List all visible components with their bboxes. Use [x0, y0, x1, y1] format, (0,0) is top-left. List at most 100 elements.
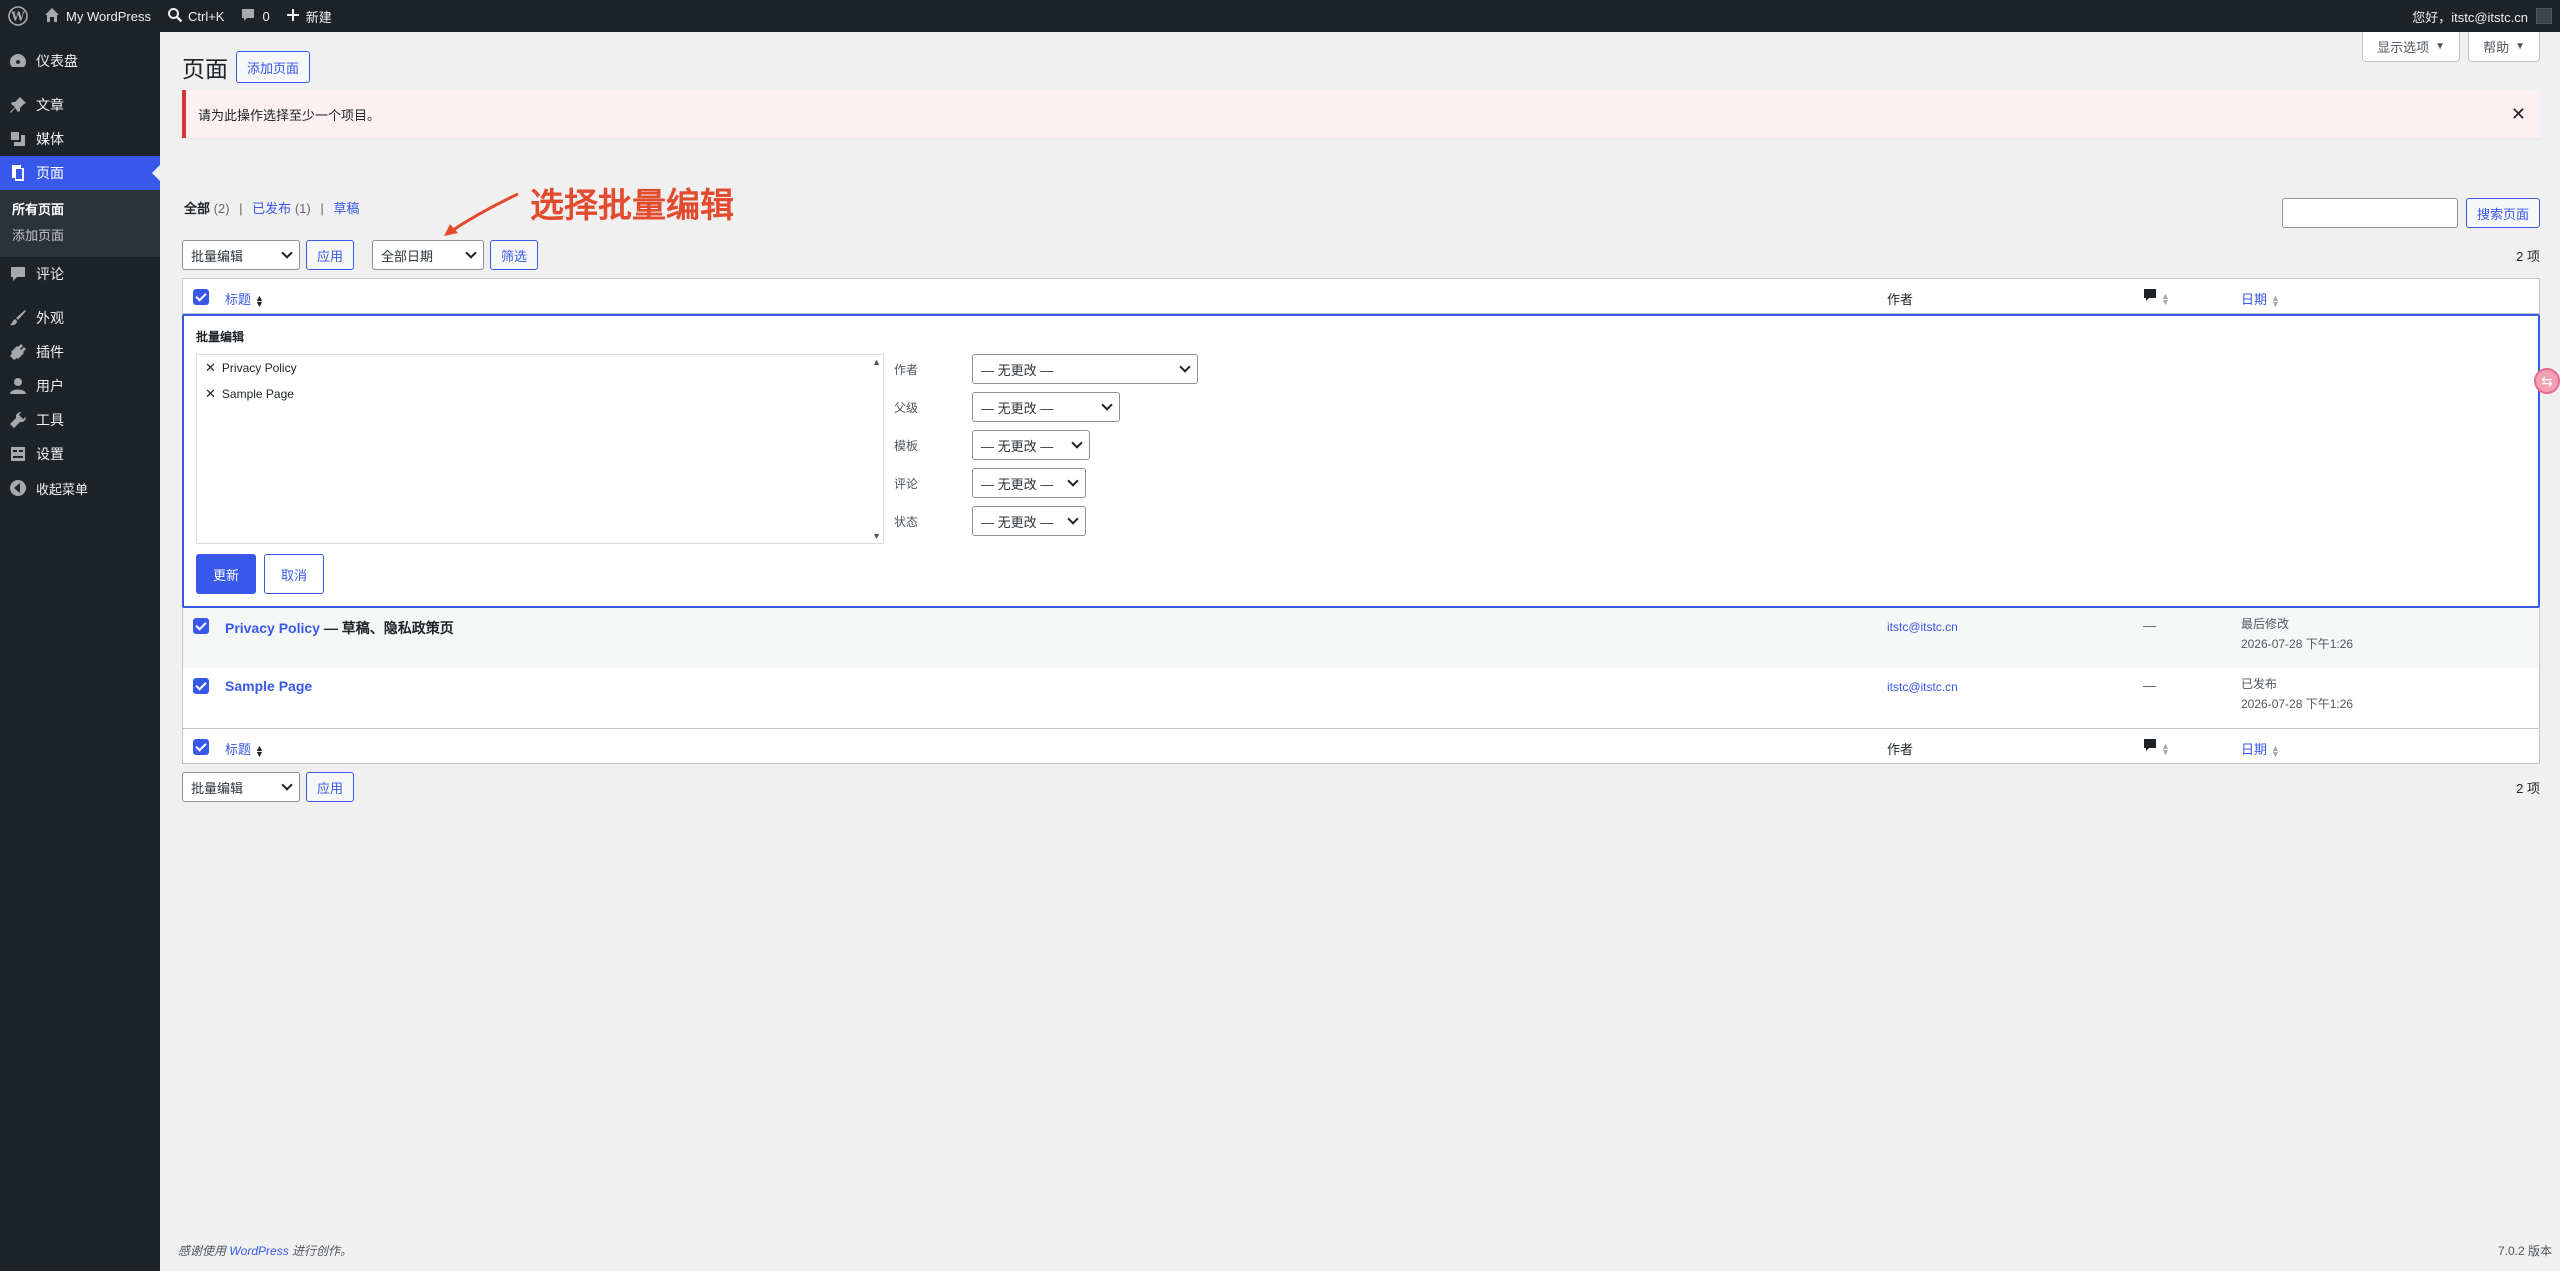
wordpress-link[interactable]: WordPress [229, 1244, 288, 1258]
chevron-down-icon [1071, 437, 1083, 449]
bulk-edit-fields: 作者 — 无更改 — 父级 — 无更改 — 模板 — 无更改 — 评论 — 无更… [894, 350, 1198, 540]
row-checkbox[interactable] [193, 678, 209, 694]
comment-icon [8, 264, 28, 284]
admin-footer: 感谢使用 WordPress 进行创作。 7.0.2 版本 [178, 1242, 2552, 1259]
comments-link[interactable]: 0 [232, 0, 277, 32]
column-date-header[interactable]: 日期 ▲ ▼ [2241, 289, 2280, 308]
sidebar-item-posts[interactable]: 文章 [0, 88, 160, 122]
site-name-link[interactable]: My WordPress [36, 0, 159, 32]
sidebar-item-tools[interactable]: 工具 [0, 403, 160, 437]
remove-icon[interactable]: ✕ [205, 360, 216, 376]
comment-count: — [2143, 678, 2156, 693]
table-row: Sample Page itstc@itstc.cn — 已发布 2026-07… [182, 668, 2540, 728]
sidebar-item-plugins[interactable]: 插件 [0, 335, 160, 369]
template-select[interactable]: — 无更改 — [972, 430, 1090, 460]
remove-icon[interactable]: ✕ [205, 386, 216, 402]
error-notice: 请为此操作选择至少一个项目。 ✕ [182, 90, 2540, 138]
sidebar-item-dashboard[interactable]: 仪表盘 [0, 44, 160, 78]
apply-button-bottom[interactable]: 应用 [306, 772, 355, 802]
home-icon [44, 7, 60, 26]
bulk-action-select-bottom[interactable]: 批量编辑 [182, 772, 300, 802]
sidebar-item-settings[interactable]: 设置 [0, 437, 160, 471]
column-comments-header[interactable]: ▲ ▼ [2143, 288, 2170, 306]
search-icon [167, 7, 183, 26]
search-box: 搜索页面 [2281, 198, 2540, 228]
view-draft[interactable]: 草稿 [333, 201, 359, 216]
sort-icon: ▲ ▼ [2271, 742, 2280, 759]
translate-badge-icon[interactable]: ⇆ [2534, 368, 2560, 394]
media-icon [8, 129, 28, 149]
page-title-link[interactable]: Privacy Policy [225, 620, 320, 636]
command-palette-button[interactable]: Ctrl+K [159, 0, 232, 32]
avatar[interactable] [2536, 8, 2552, 24]
dashboard-icon [8, 51, 28, 71]
settings-icon [8, 444, 28, 464]
item-count: 2 项 [2516, 780, 2540, 796]
view-all[interactable]: 全部 [184, 201, 210, 216]
close-icon[interactable]: ✕ [2511, 104, 2526, 125]
page-title-link[interactable]: Sample Page [225, 678, 312, 694]
comments-select[interactable]: — 无更改 — [972, 468, 1086, 498]
sort-icon: ▲ ▼ [2161, 740, 2170, 757]
chevron-down-icon [1067, 475, 1079, 487]
sidebar-collapse-menu[interactable]: 收起菜单 [0, 471, 160, 505]
wordpress-logo-icon[interactable]: W [0, 0, 36, 32]
comment-icon [2143, 739, 2157, 755]
cancel-button[interactable]: 取消 [264, 554, 324, 594]
item-count: 2 项 [2516, 248, 2540, 264]
page-title: 页面 [182, 56, 228, 82]
chevron-down-icon [1101, 399, 1113, 411]
row-checkbox[interactable] [193, 618, 209, 634]
field-comments: 评论 — 无更改 — [894, 464, 1198, 502]
chevron-down-icon [281, 779, 293, 791]
chevron-down-icon [1179, 361, 1191, 373]
column-comments-footer[interactable]: ▲ ▼ [2143, 738, 2170, 757]
scroll-up-icon[interactable]: ▲ [872, 357, 881, 367]
filter-button[interactable]: 筛选 [490, 240, 539, 270]
account-greeting[interactable]: 您好，itstc@itstc.cn [2412, 7, 2528, 26]
submenu-all-pages[interactable]: 所有页面 [0, 197, 160, 223]
version-text: 7.0.2 版本 [2497, 1244, 2552, 1258]
bulk-edit-actions: 更新 取消 [196, 554, 324, 594]
sidebar-item-media[interactable]: 媒体 [0, 122, 160, 156]
search-input[interactable] [2281, 198, 2458, 228]
view-published[interactable]: 已发布 [252, 201, 291, 216]
update-button[interactable]: 更新 [196, 554, 256, 594]
add-page-button[interactable]: 添加页面 [236, 51, 311, 83]
field-status: 状态 — 无更改 — [894, 502, 1198, 540]
date-status: 已发布 [2241, 677, 2278, 691]
table-footer: 标题 ▲ ▼ 作者 ▲ ▼ 日期 ▲ ▼ [182, 728, 2540, 764]
footer-thanks: 感谢使用 WordPress 进行创作。 [178, 1244, 353, 1258]
screen-meta-links: 显示选项 ▼ 帮助 ▼ [2362, 32, 2560, 62]
scroll-down-icon[interactable]: ▼ [872, 531, 881, 541]
sidebar-item-pages[interactable]: 页面 [0, 156, 160, 190]
help-button[interactable]: 帮助 ▼ [2468, 32, 2540, 62]
bulk-action-select[interactable]: 批量编辑 [182, 240, 300, 270]
column-title-header[interactable]: 标题 ▲ ▼ [225, 289, 264, 308]
wrench-icon [8, 410, 28, 430]
search-pages-button[interactable]: 搜索页面 [2465, 198, 2540, 228]
screen-options-button[interactable]: 显示选项 ▼ [2362, 32, 2461, 62]
author-link[interactable]: itstc@itstc.cn [1887, 680, 1958, 694]
row-title: Sample Page [225, 678, 312, 694]
select-all-checkbox[interactable] [193, 289, 209, 305]
author-link[interactable]: itstc@itstc.cn [1887, 620, 1958, 634]
sidebar-item-users[interactable]: 用户 [0, 369, 160, 403]
table-header: 标题 ▲ ▼ 作者 ▲ ▼ 日期 ▲ ▼ [182, 278, 2540, 314]
list-item: ✕ Privacy Policy [205, 360, 297, 376]
sidebar-item-appearance[interactable]: 外观 [0, 301, 160, 335]
submenu-add-page[interactable]: 添加页面 [0, 223, 160, 249]
column-date-footer[interactable]: 日期 ▲ ▼ [2241, 739, 2280, 758]
date-status: 最后修改 [2241, 617, 2290, 631]
apply-button[interactable]: 应用 [306, 240, 355, 270]
date-filter-select[interactable]: 全部日期 [372, 240, 485, 270]
new-content-link[interactable]: 新建 [278, 0, 340, 32]
author-select[interactable]: — 无更改 — [972, 354, 1198, 384]
select-all-checkbox[interactable] [193, 739, 209, 755]
sidebar-item-comments[interactable]: 评论 [0, 257, 160, 291]
bulk-edit-heading: 批量编辑 [196, 330, 245, 344]
parent-select[interactable]: — 无更改 — [972, 392, 1120, 422]
status-select[interactable]: — 无更改 — [972, 506, 1086, 536]
date-value: 2026-07-28 下午1:26 [2241, 637, 2354, 651]
column-title-footer[interactable]: 标题 ▲ ▼ [225, 739, 264, 758]
